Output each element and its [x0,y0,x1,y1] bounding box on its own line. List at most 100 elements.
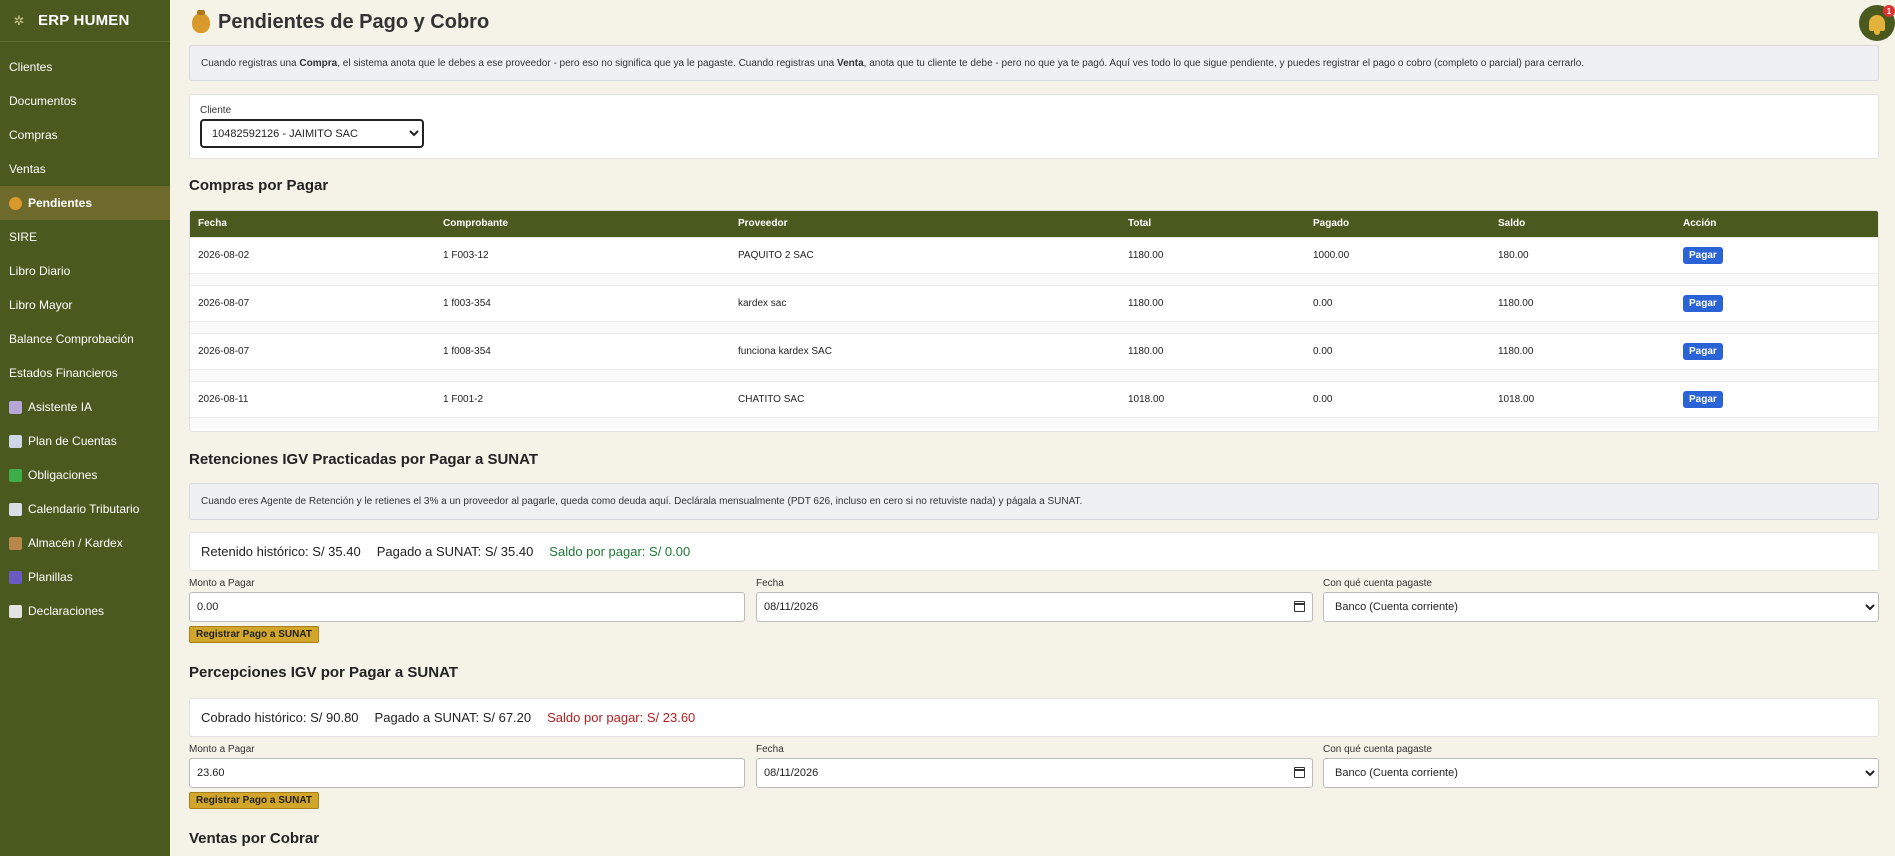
pay-button[interactable]: Pagar [1683,390,1723,408]
sidebar-item-estados-financieros[interactable]: Estados Financieros [0,356,170,390]
cell-total: 1180.00 [1120,332,1305,369]
client-filter-label: Cliente [200,105,232,116]
sidebar-item-label: Libro Diario [9,264,71,278]
sidebar-item-label: Balance Comprobación [9,332,134,346]
sidebar-item-label: Declaraciones [28,604,105,618]
sidebar-item-almacen-kardex[interactable]: Almacén / Kardex [0,526,170,560]
brand-name: ERP HUMEN [38,12,130,29]
pay-button[interactable]: Pagar [1683,246,1723,264]
cell-pagado: 0.00 [1305,380,1490,417]
row-spacer [190,272,1878,285]
percepciones-historico: Cobrado histórico: S/ 90.80 [201,710,359,725]
notifications-button[interactable]: 1 [1859,5,1895,41]
sidebar-item-libro-diario[interactable]: Libro Diario [0,254,170,288]
sidebar-nav: Clientes Documentos Compras Ventas Pendi… [0,42,170,628]
sidebar-item-label: Documentos [9,94,77,108]
money-bag-icon [192,9,210,33]
pay-button[interactable]: Pagar [1683,294,1723,312]
purchases-table-header: Fecha Comprobante Proveedor Total Pagado… [190,211,1878,237]
page-title: Pendientes de Pago y Cobro [218,11,490,33]
intro-text-compra: Compra [299,57,338,69]
sidebar-item-declaraciones[interactable]: Declaraciones [0,594,170,628]
client-filter-card: Cliente 10482592126 - JAIMITO SAC [189,94,1879,159]
table-row: 2026-08-11 1 F001-2 CHATITO SAC 1018.00 … [190,380,1878,417]
calendar-icon[interactable] [1294,601,1305,612]
sidebar-item-ventas[interactable]: Ventas [0,152,170,186]
retenciones-account-label: Con qué cuenta pagaste [1323,578,1432,589]
row-spacer [190,320,1878,333]
sidebar-item-compras[interactable]: Compras [0,118,170,152]
sidebar-item-obligaciones[interactable]: Obligaciones [0,458,170,492]
sidebar-item-label: Calendario Tributario [28,502,140,516]
sidebar-item-label: Compras [9,128,58,142]
pay-button[interactable]: Pagar [1683,342,1723,360]
retenciones-account-select[interactable]: Banco (Cuenta corriente) [1323,592,1879,622]
sidebar-item-plan-de-cuentas[interactable]: Plan de Cuentas [0,424,170,458]
cell-comprobante: 1 f008-354 [435,332,730,369]
sidebar-item-balance-comprobacion[interactable]: Balance Comprobación [0,322,170,356]
sidebar-item-label: Ventas [9,162,46,176]
box-icon [9,536,22,550]
brand[interactable]: ✲ ERP HUMEN [0,0,170,42]
intro-text-part: , anota que tu cliente te debe - pero no… [863,57,1585,69]
sidebar-item-label: Obligaciones [28,468,98,482]
cell-proveedor: CHATITO SAC [730,380,1120,417]
sidebar-item-label: Planillas [28,570,73,584]
percepciones-summary: Cobrado histórico: S/ 90.80 Pagado a SUN… [189,698,1879,737]
row-spacer-cell [190,272,1878,285]
column-header-pagado: Pagado [1313,218,1350,230]
calendar-icon[interactable] [1294,767,1305,778]
intro-text-venta: Venta [836,57,864,69]
percepciones-saldo: Saldo por pagar: S/ 23.60 [547,710,696,725]
document-icon [9,604,22,618]
client-select[interactable]: 10482592126 - JAIMITO SAC [200,119,424,148]
retenciones-date-input[interactable] [756,592,1313,622]
sidebar-item-documentos[interactable]: Documentos [0,84,170,118]
logo-icon: ✲ [13,12,25,28]
retenciones-info-box: Cuando eres Agente de Retención y le ret… [189,483,1879,520]
percepciones-date-wrap [756,758,1313,788]
retenciones-pagado: Pagado a SUNAT: S/ 35.40 [376,544,534,559]
sidebar-item-calendario-tributario[interactable]: Calendario Tributario [0,492,170,526]
percepciones-section-title: Percepciones IGV por Pagar a SUNAT [189,664,458,681]
cell-pagado: 1000.00 [1305,236,1490,273]
sidebar-item-asistente-ia[interactable]: Asistente IA [0,390,170,424]
purchases-table-card: Fecha Comprobante Proveedor Total Pagado… [189,210,1879,432]
notification-count-badge: 1 [1883,5,1895,17]
retenciones-summary: Retenido histórico: S/ 35.40 Pagado a SU… [189,532,1879,571]
sidebar: ✲ ERP HUMEN Clientes Documentos Compras … [0,0,170,856]
sidebar-item-planillas[interactable]: Planillas [0,560,170,594]
percepciones-date-input[interactable] [756,758,1313,788]
row-spacer-cell [190,368,1878,381]
cell-comprobante: 1 F001-2 [435,380,730,417]
people-icon [9,570,22,584]
cell-proveedor: kardex sac [730,284,1120,321]
sidebar-item-libro-mayor[interactable]: Libro Mayor [0,288,170,322]
column-header-fecha: Fecha [198,218,227,230]
retenciones-info-text: Cuando eres Agente de Retención y le ret… [201,496,1083,507]
percepciones-amount-input[interactable] [189,758,745,788]
purchases-table: Fecha Comprobante Proveedor Total Pagado… [190,211,1878,429]
column-header-comprobante: Comprobante [443,218,508,230]
percepciones-amount-group: Monto a Pagar [189,744,745,788]
percepciones-register-button[interactable]: Registrar Pago a SUNAT [189,792,319,809]
percepciones-account-select[interactable]: Banco (Cuenta corriente) [1323,758,1879,788]
retenciones-date-group: Fecha [756,578,1313,622]
percepciones-account-label: Con qué cuenta pagaste [1323,744,1432,755]
retenciones-register-button[interactable]: Registrar Pago a SUNAT [189,626,319,643]
table-row: 2026-08-07 1 f003-354 kardex sac 1180.00… [190,284,1878,321]
percepciones-account-group: Con qué cuenta pagaste Banco (Cuenta cor… [1323,744,1879,788]
retenciones-amount-input[interactable] [189,592,745,622]
row-spacer [190,368,1878,381]
money-bag-icon [9,196,22,210]
sidebar-item-clientes[interactable]: Clientes [0,50,170,84]
sidebar-item-label: Clientes [9,60,53,74]
sidebar-item-pendientes[interactable]: Pendientes [0,186,170,220]
row-spacer-cell [190,416,1878,429]
sidebar-item-sire[interactable]: SIRE [0,220,170,254]
cell-proveedor: PAQUITO 2 SAC [730,236,1120,273]
sidebar-item-label: Estados Financieros [9,366,118,380]
cell-saldo: 1018.00 [1490,380,1675,417]
robot-icon [9,400,22,414]
sidebar-item-label: SIRE [9,230,38,244]
